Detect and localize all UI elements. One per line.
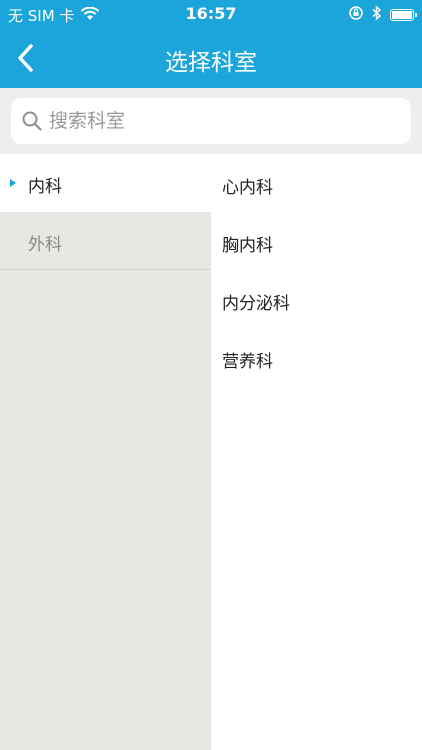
category-item-surgery[interactable]: 外科: [0, 212, 211, 270]
department-item[interactable]: 胸内科: [211, 212, 422, 270]
category-label: 外科: [28, 235, 62, 255]
category-item-internal-medicine[interactable]: 内科: [0, 154, 211, 212]
search-box[interactable]: [11, 98, 411, 144]
department-label: 胸内科: [222, 236, 273, 256]
page-title: 选择科室: [165, 50, 257, 76]
search-area: [0, 88, 422, 154]
battery-icon: [390, 9, 417, 21]
category-list: 内科 外科: [0, 154, 211, 750]
status-right: [348, 5, 417, 25]
selected-indicator-icon: [10, 179, 16, 187]
department-item[interactable]: 内分泌科: [211, 270, 422, 328]
department-item[interactable]: 营养科: [211, 328, 422, 386]
app-header: 无 SIM 卡 16:57 选择科室: [0, 0, 422, 88]
department-list: 心内科 胸内科 内分泌科 营养科: [211, 154, 422, 750]
search-icon: [22, 111, 42, 131]
department-item[interactable]: 心内科: [211, 154, 422, 212]
orientation-lock-icon: [348, 5, 364, 25]
department-label: 内分泌科: [222, 294, 290, 314]
department-label: 心内科: [222, 178, 273, 198]
search-input[interactable]: [49, 110, 389, 132]
category-label: 内科: [28, 177, 62, 197]
nav-bar: 选择科室: [0, 30, 422, 88]
status-bar: 无 SIM 卡 16:57: [0, 0, 422, 30]
bluetooth-icon: [372, 5, 382, 25]
department-label: 营养科: [222, 352, 273, 372]
